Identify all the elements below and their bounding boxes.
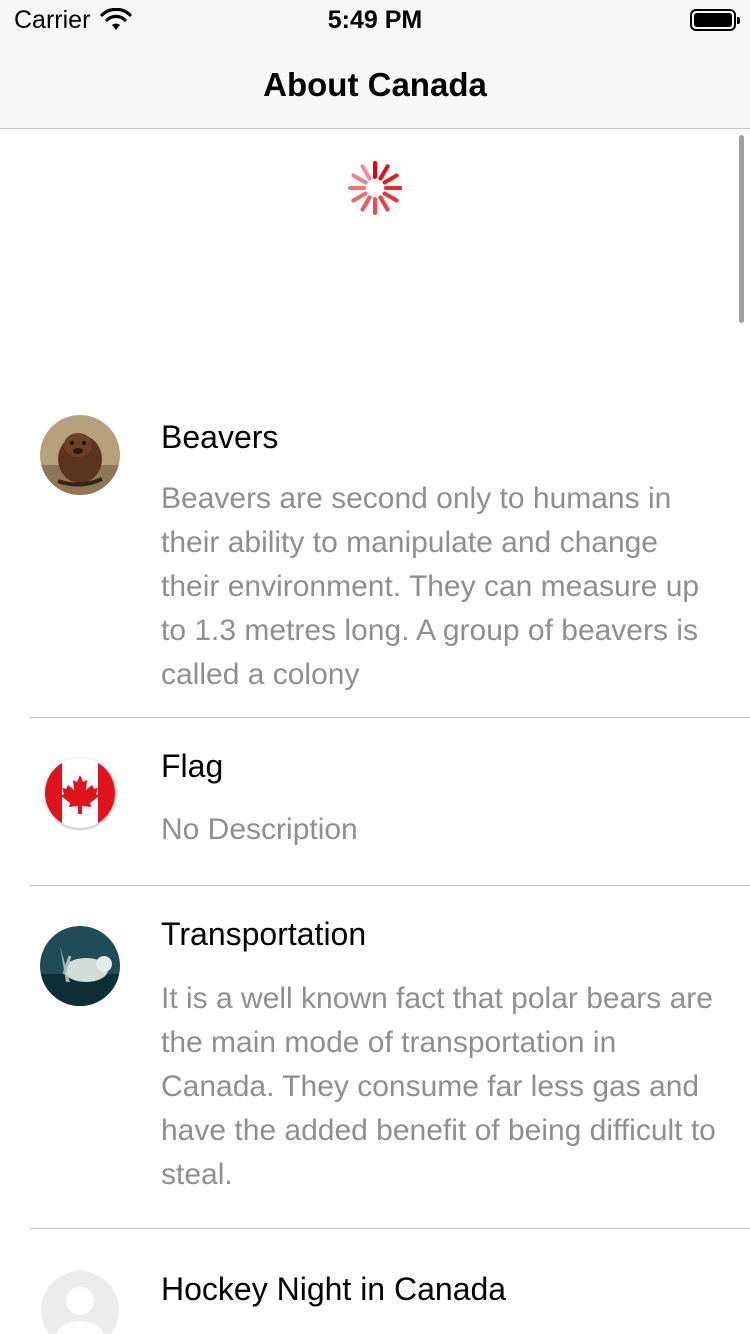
placeholder-avatar-icon bbox=[41, 1271, 119, 1334]
row-description: Beavers are second only to humans in the… bbox=[161, 482, 700, 691]
list-item[interactable]: Beavers Beavers are second only to human… bbox=[0, 389, 750, 717]
table-view[interactable]: Beavers Beavers are second only to human… bbox=[0, 129, 750, 1334]
row-title: Transportation bbox=[161, 916, 367, 952]
list-item[interactable]: Transportation It is a well known fact t… bbox=[0, 886, 750, 1228]
battery-icon bbox=[690, 9, 740, 31]
row-description: It is a well known fact that polar bears… bbox=[161, 982, 716, 1191]
navigation-bar: About Canada bbox=[0, 42, 750, 129]
polar-bear-photo-icon bbox=[40, 926, 120, 1006]
row-title: Hockey Night in Canada bbox=[161, 1271, 507, 1307]
row-description: No Description bbox=[161, 813, 358, 846]
page-title: About Canada bbox=[263, 66, 487, 103]
battery-level bbox=[694, 13, 732, 27]
list-item[interactable]: Flag No Description bbox=[0, 718, 750, 885]
status-bar: Carrier 5:49 PM bbox=[0, 0, 750, 42]
row-title: Beavers bbox=[161, 419, 279, 455]
status-time: 5:49 PM bbox=[327, 6, 423, 34]
beaver-photo-icon bbox=[40, 415, 120, 495]
row-title: Flag bbox=[161, 748, 224, 784]
canada-flag-icon bbox=[45, 758, 115, 828]
scroll-indicator[interactable] bbox=[739, 135, 744, 323]
loading-spinner-icon bbox=[348, 161, 402, 215]
list-item[interactable]: Hockey Night in Canada bbox=[0, 1229, 750, 1334]
